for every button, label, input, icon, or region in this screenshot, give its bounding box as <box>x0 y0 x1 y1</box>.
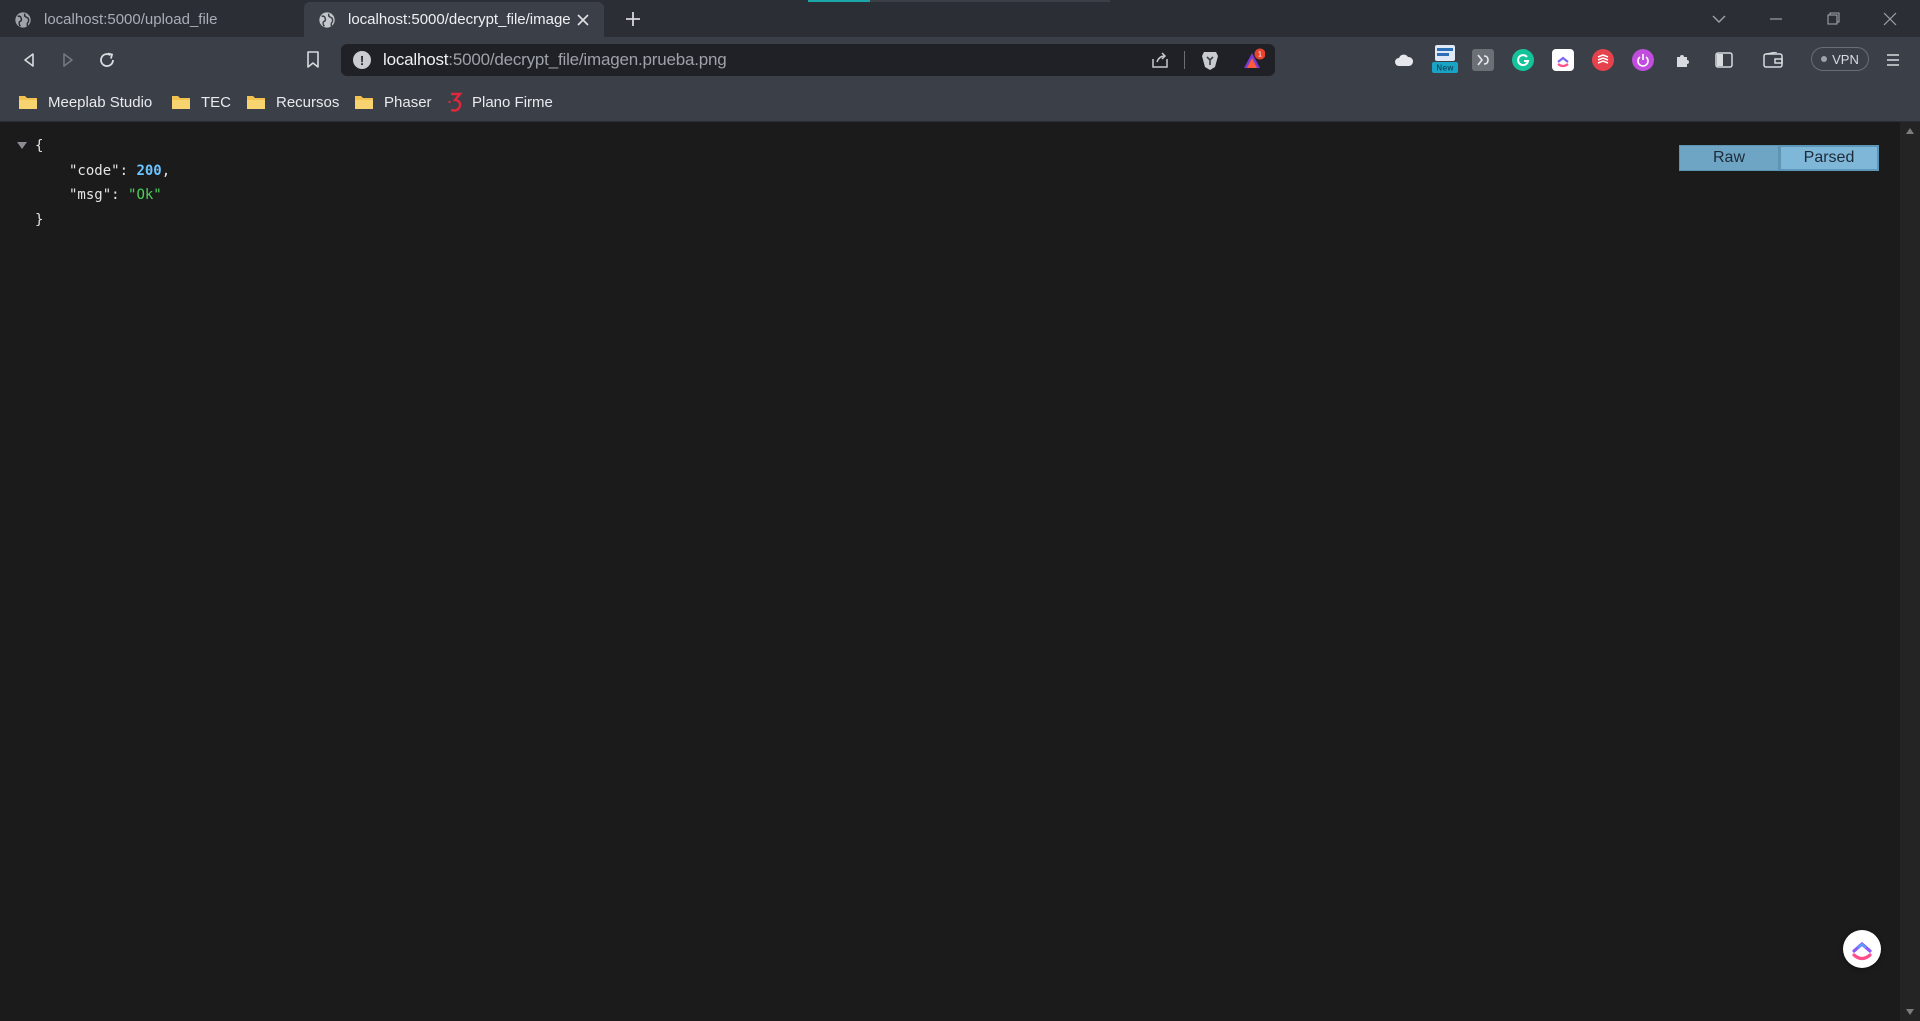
parsed-button[interactable]: Parsed <box>1779 145 1879 171</box>
brave-rewards-icon[interactable]: 1 <box>1241 48 1265 72</box>
folder-icon <box>247 96 265 109</box>
browser-toolbar: ! localhost:5000/decrypt_file/imagen.pru… <box>0 37 1920 82</box>
vpn-button[interactable]: VPN <box>1811 47 1869 71</box>
json-tree: { "code": 200, "msg": "Ok" } <box>17 134 170 232</box>
vpn-status-dot <box>1821 56 1828 62</box>
json-entry-code: "code": 200, <box>17 159 170 184</box>
bookmark-recursos[interactable]: Recursos <box>246 90 339 114</box>
folder-icon <box>19 96 37 109</box>
bookmark-icon <box>307 51 319 68</box>
tab-accent-indicator-secondary <box>870 0 1110 2</box>
json-separator: : <box>111 187 129 203</box>
extensions-puzzle-icon[interactable] <box>1672 49 1694 71</box>
main-menu-hamburger-icon[interactable] <box>1882 49 1904 71</box>
bookmark-phaser[interactable]: Phaser <box>354 90 432 114</box>
address-bar[interactable]: ! localhost:5000/decrypt_file/imagen.pru… <box>341 44 1275 76</box>
grammarly-icon[interactable] <box>1512 49 1534 71</box>
share-icon[interactable] <box>1149 49 1171 71</box>
new-tab-button[interactable] <box>620 6 646 32</box>
tab-strip: localhost:5000/upload_file localhost:500… <box>0 0 1920 37</box>
brave-shields-icon[interactable] <box>1199 49 1221 71</box>
rewards-badge-count: 1 <box>1258 51 1262 59</box>
json-entry-msg: "msg": "Ok" <box>17 183 170 208</box>
close-tab-icon[interactable] <box>572 9 594 31</box>
sidebar-toggle-icon[interactable] <box>1713 49 1735 71</box>
tab-decrypt-file[interactable]: localhost:5000/decrypt_file/image <box>304 2 604 37</box>
power-icon[interactable] <box>1632 49 1654 71</box>
json-key: "code" <box>69 162 120 179</box>
restore-window-button[interactable] <box>1805 0 1861 37</box>
reload-button[interactable] <box>92 45 122 75</box>
minimize-window-button[interactable] <box>1748 0 1804 37</box>
clickup-floating-button[interactable] <box>1843 930 1881 968</box>
site-info-icon[interactable]: ! <box>353 51 371 69</box>
bookmark-tec[interactable]: TEC <box>171 90 231 114</box>
bookmark-label: Meeplab Studio <box>48 93 153 111</box>
address-url[interactable]: localhost:5000/decrypt_file/imagen.prueb… <box>383 50 727 70</box>
bookmark-label: Phaser <box>384 93 432 111</box>
tab-accent-indicator <box>808 0 870 2</box>
json-close-brace: } <box>35 211 44 228</box>
json-separator: : <box>119 162 137 179</box>
forward-arrow-icon <box>63 53 73 67</box>
scroll-down-arrow-icon[interactable] <box>1906 1009 1914 1015</box>
bookmark-plano-firme[interactable]: Plano Firme <box>448 90 553 114</box>
folder-icon <box>172 96 190 109</box>
extension-cloud-icon[interactable] <box>1393 49 1415 71</box>
json-viewer: { "code": 200, "msg": "Ok" } Raw Parsed <box>0 122 1900 1021</box>
bookmark-meeplab-studio[interactable]: Meeplab Studio <box>18 90 152 114</box>
bookmark-label: Plano Firme <box>472 93 553 111</box>
tab-search-chevron-down-icon[interactable] <box>1691 0 1747 37</box>
globe-icon <box>15 11 31 28</box>
vertical-scrollbar[interactable] <box>1900 122 1920 1021</box>
json-value-string: "Ok" <box>128 187 162 203</box>
plano-firme-logo-icon <box>448 92 463 112</box>
bookmarks-bar: Meeplab Studio TEC Recursos Phaser Plano… <box>0 82 1920 122</box>
json-trailing-comma: , <box>161 162 171 179</box>
scroll-up-arrow-icon[interactable] <box>1906 128 1914 134</box>
extension-pixel-icon[interactable] <box>1472 49 1494 71</box>
url-host: localhost <box>383 50 449 69</box>
tab-title: localhost:5000/upload_file <box>44 11 218 28</box>
bookmark-label: TEC <box>201 93 231 111</box>
tab-title: localhost:5000/decrypt_file/image <box>348 11 571 28</box>
todoist-icon[interactable] <box>1592 49 1614 71</box>
back-arrow-icon <box>24 53 34 67</box>
bookmark-label: Recursos <box>276 93 340 111</box>
close-window-button[interactable] <box>1862 0 1918 37</box>
new-badge: New <box>1436 64 1454 73</box>
wallet-icon[interactable] <box>1762 49 1784 71</box>
view-mode-toggle: Raw Parsed <box>1679 145 1879 171</box>
clickup-logo-icon <box>1852 941 1872 961</box>
vpn-label: VPN <box>1832 51 1859 67</box>
clickup-extension-icon[interactable] <box>1552 49 1574 71</box>
tab-upload-file[interactable]: localhost:5000/upload_file <box>0 2 302 37</box>
back-button[interactable] <box>14 45 44 75</box>
reload-icon <box>100 52 114 67</box>
omnibox-divider <box>1184 51 1185 69</box>
bookmark-page-button[interactable] <box>298 45 328 75</box>
forward-button[interactable] <box>53 45 83 75</box>
extension-new-icon[interactable]: New <box>1432 42 1458 74</box>
url-path: :5000/decrypt_file/imagen.prueba.png <box>448 50 727 69</box>
json-value-number: 200 <box>136 162 162 179</box>
json-open-brace: { <box>35 138 44 154</box>
folder-icon <box>355 96 373 109</box>
globe-icon <box>319 11 335 28</box>
json-key: "msg" <box>69 187 112 203</box>
raw-button[interactable]: Raw <box>1679 145 1779 171</box>
